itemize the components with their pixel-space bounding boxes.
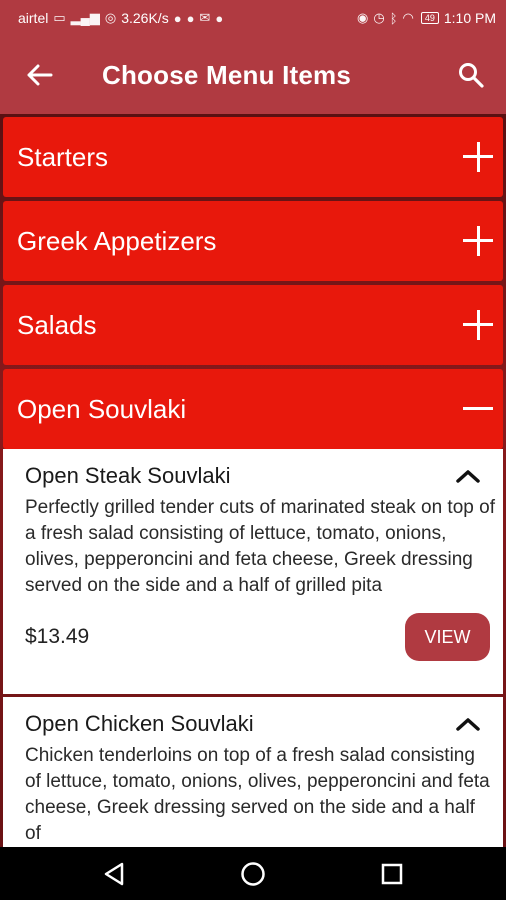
search-icon — [459, 63, 484, 88]
system-nav-bar — [0, 847, 506, 900]
network-speed: 3.26K/s — [121, 10, 169, 26]
message-icon: ● — [186, 10, 195, 26]
hotspot-icon: ◎ — [104, 10, 117, 25]
arrow-left-icon — [27, 64, 53, 86]
item-name: Open Steak Souvlaki — [25, 463, 231, 488]
minus-icon[interactable] — [463, 394, 493, 424]
battery-icon: 49 — [420, 12, 439, 24]
category-label: Starters — [17, 141, 109, 172]
carrier-label: airtel — [18, 10, 49, 26]
alarm-icon: ◷ — [373, 10, 385, 25]
chevron-up-icon[interactable] — [453, 466, 483, 486]
menu-item-card[interactable]: Open Chicken Souvlaki Chicken tenderloin… — [3, 697, 503, 847]
clock: 1:10 PM — [443, 10, 496, 26]
app-bar: Choose Menu Items — [0, 36, 506, 114]
nav-back-button[interactable] — [84, 847, 144, 900]
item-name: Open Chicken Souvlaki — [25, 711, 254, 736]
item-price: $13.49 — [25, 625, 90, 648]
nav-recents-button[interactable] — [362, 847, 422, 900]
search-button[interactable] — [436, 36, 506, 114]
category-starters[interactable]: Starters — [3, 117, 503, 197]
item-description: Perfectly grilled tender cuts of marinat… — [25, 497, 495, 596]
chevron-up-icon[interactable] — [453, 714, 483, 734]
category-greek-appetizers[interactable]: Greek Appetizers — [3, 201, 503, 281]
signal-icon: ▂▄▆ — [70, 10, 100, 25]
category-label: Salads — [17, 309, 97, 340]
category-salads[interactable]: Salads — [3, 285, 503, 365]
plus-icon[interactable] — [463, 310, 493, 340]
nav-home-button[interactable] — [223, 847, 283, 900]
wifi-icon: ◠ — [402, 10, 414, 25]
back-button[interactable] — [0, 36, 80, 114]
status-right: ◉ ◷ ᛒ ◠ 49 1:10 PM — [357, 10, 496, 26]
view-button[interactable]: VIEW — [405, 613, 490, 661]
category-open-souvlaki[interactable]: Open Souvlaki — [3, 369, 503, 449]
status-left: airtel ▭ ▂▄▆ ◎ 3.26K/s ● ● ✉ ● — [18, 10, 223, 26]
plus-icon[interactable] — [463, 226, 493, 256]
item-description: Chicken tenderloins on top of a fresh sa… — [25, 745, 490, 844]
eye-icon: ◉ — [357, 10, 369, 25]
category-label: Greek Appetizers — [17, 225, 217, 256]
page-title: Choose Menu Items — [102, 59, 351, 90]
gmail-icon: ✉ — [199, 10, 211, 25]
twitter-icon: ● — [173, 10, 182, 26]
square-recents-icon — [381, 863, 402, 884]
triangle-back-icon — [105, 862, 124, 885]
facebook-icon: ● — [215, 10, 224, 26]
volte-icon: ▭ — [53, 10, 66, 25]
plus-icon[interactable] — [463, 142, 493, 172]
circle-home-icon — [241, 861, 265, 886]
menu-list[interactable]: Starters Greek Appetizers Salads Open So… — [0, 114, 506, 847]
status-bar: airtel ▭ ▂▄▆ ◎ 3.26K/s ● ● ✉ ● ◉ ◷ ᛒ ◠ 4… — [0, 0, 506, 36]
bluetooth-icon: ᛒ — [389, 10, 398, 26]
category-label: Open Souvlaki — [17, 393, 187, 424]
menu-item-card[interactable]: Open Steak Souvlaki Perfectly grilled te… — [3, 449, 503, 694]
